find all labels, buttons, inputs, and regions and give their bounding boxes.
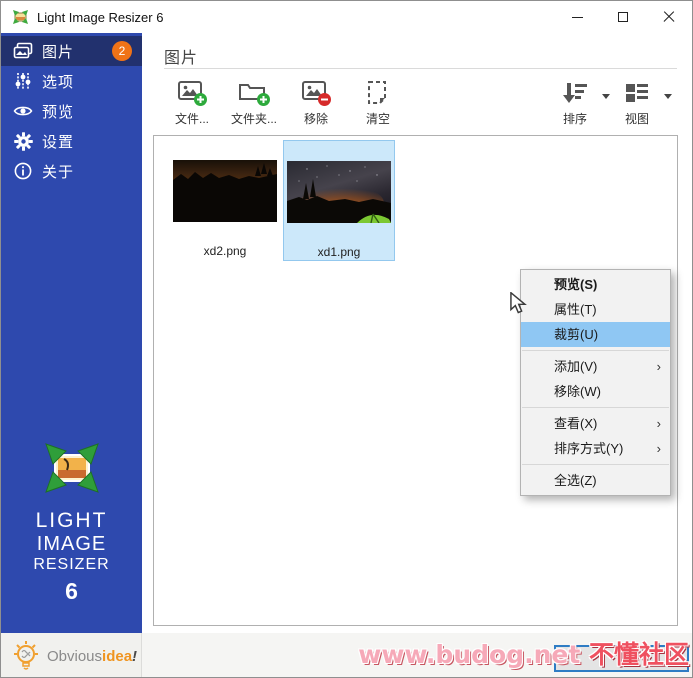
- add-file-icon: [176, 77, 208, 107]
- menu-separator: [522, 407, 669, 408]
- sort-button[interactable]: 排序: [553, 77, 597, 127]
- watermark-url: www.budog.net: [358, 640, 589, 669]
- logo-version: 6: [65, 578, 78, 604]
- add-files-label: 文件...: [174, 112, 209, 126]
- gear-icon: [12, 131, 34, 151]
- sidebar-item-settings[interactable]: 设置: [1, 126, 142, 156]
- info-icon: [12, 161, 34, 181]
- menu-item-view[interactable]: 查看(X) ›: [521, 411, 670, 436]
- photos-icon: [12, 41, 34, 61]
- chevron-down-icon: [664, 93, 672, 99]
- sidebar: 图片 2 选项 预览 设置 关于 LIGHT IMAGE RESIZER 6: [1, 33, 142, 633]
- sidebar-item-options[interactable]: 选项: [1, 66, 142, 96]
- view-dropdown-button[interactable]: [659, 81, 677, 111]
- app-icon: [13, 10, 28, 24]
- brand-prefix: Obvious: [47, 647, 103, 665]
- view-button[interactable]: 视图: [615, 77, 659, 127]
- context-menu: 预览(S) 属性(T) 裁剪(U) 添加(V) › 移除(W) 查看(X) › 排序…: [520, 269, 671, 496]
- clear-label: 清空: [365, 112, 390, 126]
- main-panel: 图片 文件... 文件夹... 移除 清空 排序 视图 xd2.png xd1.…: [142, 33, 692, 633]
- menu-separator: [522, 350, 669, 351]
- submenu-arrow-icon: ›: [656, 441, 661, 456]
- image-tile-xd1[interactable]: xd1.png: [283, 140, 395, 261]
- sort-label: 排序: [562, 112, 587, 126]
- image-count-badge: 2: [112, 41, 132, 61]
- sliders-icon: [12, 71, 34, 91]
- remove-label: 移除: [303, 112, 328, 126]
- title-divider: [164, 68, 677, 69]
- menu-separator: [522, 464, 669, 465]
- sort-icon: [561, 77, 589, 107]
- remove-button[interactable]: 移除: [286, 77, 346, 127]
- remove-image-icon: [300, 77, 332, 107]
- menu-item-add[interactable]: 添加(V) ›: [521, 354, 670, 379]
- menu-item-crop[interactable]: 裁剪(U): [521, 322, 670, 347]
- sidebar-item-about[interactable]: 关于: [1, 156, 142, 186]
- sidebar-item-label: 设置: [42, 133, 75, 151]
- sidebar-item-images[interactable]: 图片 2: [1, 36, 142, 66]
- menu-item-remove[interactable]: 移除(W): [521, 379, 670, 404]
- file-name: xd1.png: [317, 245, 361, 259]
- submenu-arrow-icon: ›: [656, 359, 661, 374]
- eye-icon: [12, 101, 34, 121]
- add-files-button[interactable]: 文件...: [162, 77, 222, 127]
- clear-icon: [364, 77, 392, 107]
- menu-item-preview[interactable]: 预览(S): [521, 272, 670, 297]
- maximize-button[interactable]: [600, 1, 646, 33]
- submenu-arrow-icon: ›: [656, 416, 661, 431]
- file-name: xd2.png: [203, 244, 247, 258]
- logo-line3: RESIZER: [33, 556, 110, 573]
- thumbnail-xd2: [173, 160, 277, 222]
- view-label: 视图: [624, 112, 649, 126]
- brand-bar[interactable]: Obviousidea!: [1, 633, 142, 677]
- page-title: 图片: [164, 50, 199, 67]
- logo-line2: IMAGE: [36, 533, 107, 555]
- sidebar-item-label: 预览: [42, 103, 75, 121]
- add-folder-icon: [237, 77, 271, 107]
- maximize-icon: [618, 12, 628, 22]
- watermark: www.budog.net 不懂社区: [358, 635, 689, 671]
- sort-dropdown-button[interactable]: [597, 81, 615, 111]
- add-folder-label: 文件夹...: [230, 112, 277, 126]
- thumbnail-xd1: [287, 161, 391, 223]
- app-window: Light Image Resizer 6 图片 2 选项 预览 设置 关于 L…: [0, 0, 693, 678]
- menu-item-sort-by[interactable]: 排序方式(Y) ›: [521, 436, 670, 461]
- watermark-community: 不懂社区: [588, 640, 689, 669]
- titlebar: Light Image Resizer 6: [1, 1, 692, 33]
- brand-text: Obviousidea!: [47, 648, 137, 665]
- sidebar-item-label: 选项: [42, 73, 75, 91]
- sidebar-item-preview[interactable]: 预览: [1, 96, 142, 126]
- logo-line1: LIGHT: [35, 509, 108, 532]
- clear-button[interactable]: 清空: [348, 77, 408, 127]
- cursor-icon: [510, 292, 527, 314]
- close-icon: [663, 11, 675, 23]
- sidebar-item-label: 关于: [42, 163, 75, 181]
- brand-highlight: idea: [102, 647, 133, 665]
- add-folder-button[interactable]: 文件夹...: [224, 77, 284, 127]
- lightbulb-icon: [14, 641, 38, 670]
- menu-item-select-all[interactable]: 全选(Z): [521, 468, 670, 493]
- logo-icon: [44, 443, 99, 493]
- sidebar-logo: LIGHT IMAGE RESIZER 6: [1, 442, 142, 605]
- sidebar-item-label: 图片: [42, 43, 75, 61]
- minimize-button[interactable]: [554, 1, 600, 33]
- image-tile-xd2[interactable]: xd2.png: [169, 140, 281, 261]
- window-title: Light Image Resizer 6: [37, 9, 164, 25]
- toolbar: 文件... 文件夹... 移除 清空 排序 视图: [162, 77, 677, 129]
- brand-suffix: !: [132, 647, 138, 665]
- menu-item-properties[interactable]: 属性(T): [521, 297, 670, 322]
- chevron-down-icon: [602, 93, 610, 99]
- view-icon: [624, 77, 650, 107]
- close-button[interactable]: [646, 1, 692, 33]
- minimize-icon: [571, 16, 583, 18]
